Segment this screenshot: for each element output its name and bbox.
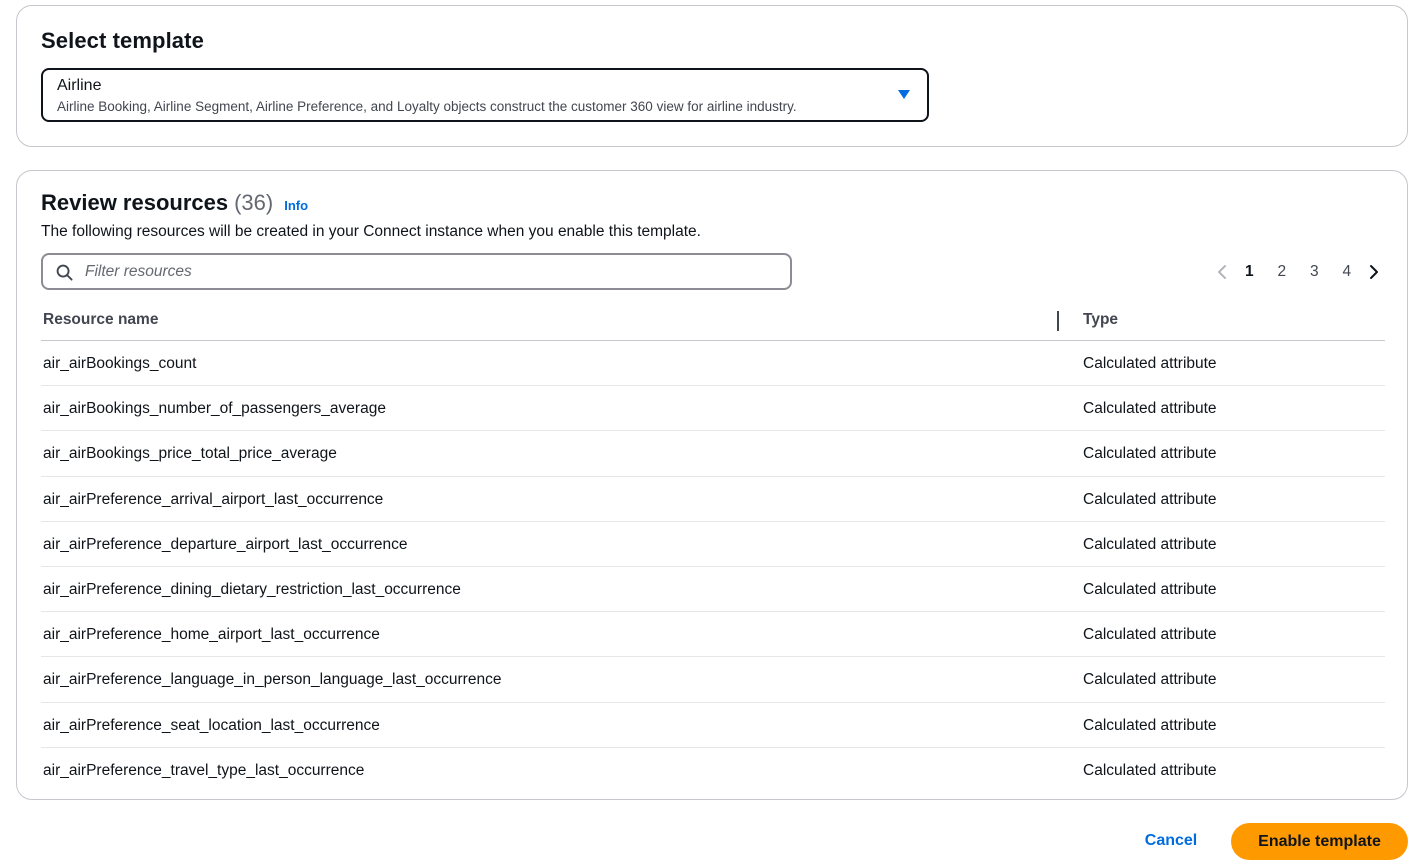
table-body: air_airBookings_count Calculated attribu… <box>41 341 1385 793</box>
template-select[interactable]: Airline Airline Booking, Airline Segment… <box>41 68 929 122</box>
table-row: air_airBookings_number_of_passengers_ave… <box>41 386 1385 432</box>
resource-name-cell: air_airBookings_price_total_price_averag… <box>43 445 337 463</box>
table-row: air_airPreference_arrival_airport_last_o… <box>41 477 1385 522</box>
resource-name-cell: air_airPreference_arrival_airport_last_o… <box>43 490 384 508</box>
select-template-heading: Select template <box>41 28 204 53</box>
search-icon <box>56 264 73 281</box>
resource-name-cell: air_airBookings_count <box>43 355 197 372</box>
review-resources-description: The following resources will be created … <box>41 223 701 240</box>
template-select-description: Airline Booking, Airline Segment, Airlin… <box>57 99 797 114</box>
table-row: air_airBookings_count Calculated attribu… <box>41 341 1385 387</box>
resource-type-cell: Calculated attribute <box>1083 626 1217 644</box>
review-resources-count: (36) <box>234 190 274 215</box>
table-row: air_airPreference_travel_type_last_occur… <box>41 748 1385 793</box>
resource-name-cell: air_airPreference_language_in_person_lan… <box>43 671 502 689</box>
filter-resources-input[interactable]: Filter resources <box>41 253 792 290</box>
table-row: air_airPreference_home_airport_last_occu… <box>41 612 1385 658</box>
resource-type-cell: Calculated attribute <box>1083 761 1217 779</box>
table-row: air_airBookings_price_total_price_averag… <box>41 431 1385 477</box>
column-resizer[interactable] <box>1057 311 1059 331</box>
table-row: air_airPreference_language_in_person_lan… <box>41 657 1385 703</box>
review-resources-header: Review resources (36) Info <box>41 190 308 216</box>
select-template-card: Select template Airline Airline Booking,… <box>16 5 1408 147</box>
resource-type-cell: Calculated attribute <box>1083 355 1217 372</box>
filter-placeholder: Filter resources <box>85 263 192 280</box>
chevron-right-icon[interactable] <box>1363 261 1385 283</box>
resource-type-cell: Calculated attribute <box>1083 580 1217 598</box>
resource-name-cell: air_airBookings_number_of_passengers_ave… <box>43 400 386 418</box>
review-resources-title: Review resources <box>41 190 229 215</box>
resource-type-cell: Calculated attribute <box>1083 535 1217 553</box>
page-2-button[interactable]: 2 <box>1266 263 1299 281</box>
page-3-button[interactable]: 3 <box>1298 263 1331 281</box>
template-select-value: Airline <box>57 77 102 94</box>
column-header-type[interactable]: Type <box>1083 311 1118 329</box>
enable-template-button[interactable]: Enable template <box>1231 823 1408 860</box>
caret-down-icon <box>898 90 910 99</box>
resource-name-cell: air_airPreference_home_airport_last_occu… <box>43 626 380 644</box>
resource-name-cell: air_airPreference_seat_location_last_occ… <box>43 716 380 734</box>
table-header: Resource name Type <box>41 301 1385 341</box>
page-4-button[interactable]: 4 <box>1331 263 1364 281</box>
resource-type-cell: Calculated attribute <box>1083 490 1217 508</box>
resource-name-cell: air_airPreference_travel_type_last_occur… <box>43 761 365 779</box>
resource-type-cell: Calculated attribute <box>1083 400 1217 418</box>
table-row: air_airPreference_departure_airport_last… <box>41 522 1385 567</box>
resource-type-cell: Calculated attribute <box>1083 445 1217 463</box>
review-resources-card: Review resources (36) Info The following… <box>16 170 1408 800</box>
column-header-resource-name[interactable]: Resource name <box>43 311 158 329</box>
resource-type-cell: Calculated attribute <box>1083 716 1217 734</box>
chevron-left-icon[interactable] <box>1211 261 1233 283</box>
cancel-button[interactable]: Cancel <box>1130 823 1212 859</box>
resources-table: Resource name Type air_airBookings_count… <box>41 301 1385 793</box>
pagination: 1 2 3 4 <box>1211 259 1385 285</box>
resource-name-cell: air_airPreference_departure_airport_last… <box>43 535 408 553</box>
info-link[interactable]: Info <box>284 198 308 213</box>
resource-name-cell: air_airPreference_dining_dietary_restric… <box>43 580 461 598</box>
table-row: air_airPreference_dining_dietary_restric… <box>41 567 1385 613</box>
page-1-button[interactable]: 1 <box>1233 263 1266 281</box>
resource-type-cell: Calculated attribute <box>1083 671 1217 689</box>
table-row: air_airPreference_seat_location_last_occ… <box>41 703 1385 748</box>
